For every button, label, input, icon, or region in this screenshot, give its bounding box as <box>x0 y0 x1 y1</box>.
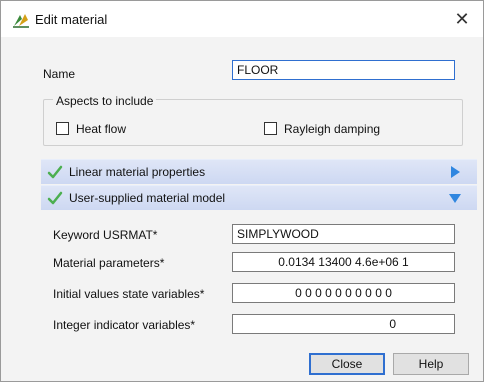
initial-values-state-variables-label: Initial values state variables* <box>53 287 205 301</box>
section-title: User-supplied material model <box>69 191 226 205</box>
collapse-down-icon[interactable] <box>449 192 461 204</box>
dialog-title: Edit material <box>35 12 108 27</box>
section-user-supplied-material-model[interactable]: User-supplied material model <box>41 185 477 210</box>
section-linear-material-properties[interactable]: Linear material properties <box>41 159 477 184</box>
title-bar: Edit material ✕ <box>1 1 483 37</box>
section-title: Linear material properties <box>69 165 206 179</box>
keyword-usrmat-label: Keyword USRMAT* <box>53 228 158 242</box>
rayleigh-damping-checkbox[interactable] <box>264 122 277 135</box>
heat-flow-checkbox[interactable] <box>56 122 69 135</box>
close-icon[interactable]: ✕ <box>451 8 473 30</box>
check-icon <box>47 191 63 205</box>
material-app-icon <box>13 14 29 28</box>
check-icon <box>47 165 63 179</box>
aspects-title: Aspects to include <box>53 94 157 108</box>
rayleigh-damping-label: Rayleigh damping <box>284 122 381 136</box>
initial-values-state-variables-input[interactable] <box>232 283 455 303</box>
keyword-usrmat-input[interactable] <box>232 224 455 244</box>
integer-indicator-variables-input[interactable] <box>232 314 455 334</box>
material-parameters-input[interactable] <box>232 252 455 272</box>
edit-material-dialog: Edit material ✕ Name Aspects to include … <box>0 0 484 382</box>
name-input[interactable] <box>232 60 455 80</box>
expand-right-icon[interactable] <box>449 166 461 178</box>
dialog-content: Name Aspects to include Heat flow Raylei… <box>1 38 483 381</box>
name-label: Name <box>43 67 76 81</box>
integer-indicator-variables-label: Integer indicator variables* <box>53 318 196 332</box>
close-button[interactable]: Close <box>309 353 385 375</box>
material-parameters-label: Material parameters* <box>53 256 165 270</box>
help-button[interactable]: Help <box>393 353 469 375</box>
heat-flow-label: Heat flow <box>76 122 127 136</box>
